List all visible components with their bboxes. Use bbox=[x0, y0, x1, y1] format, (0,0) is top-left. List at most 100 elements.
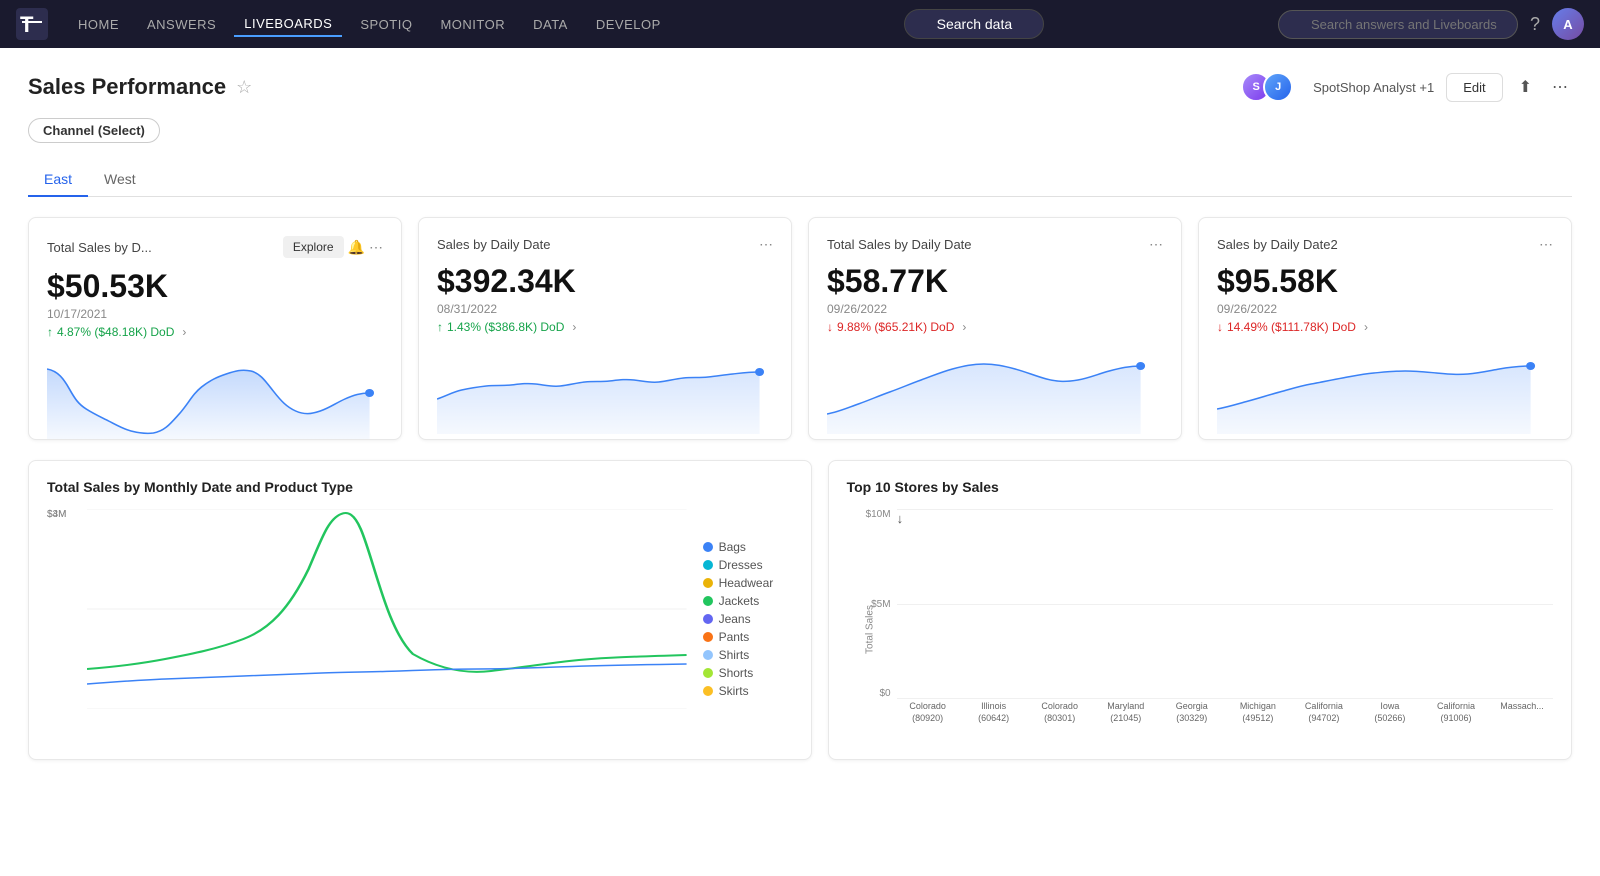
center-search-area: Search data bbox=[679, 9, 1270, 39]
y-axis-title: Total Sales bbox=[864, 605, 875, 654]
card1-header: Total Sales by D... Explore 🔔 ⋯ bbox=[47, 236, 383, 258]
card-sales-daily-date2: Sales by Daily Date2 ⋯ $95.58K 09/26/202… bbox=[1198, 217, 1572, 440]
line-chart-svg bbox=[87, 509, 687, 709]
bar-xlabel-9: Massach... bbox=[1491, 701, 1553, 739]
nav-liveboards[interactable]: LIVEBOARDS bbox=[234, 12, 342, 37]
page-title: Sales Performance bbox=[28, 74, 226, 100]
legend-dot-dresses bbox=[703, 560, 713, 570]
card4-more-icon[interactable]: ⋯ bbox=[1539, 236, 1553, 253]
card1-change-arrow: ↑ bbox=[47, 325, 53, 339]
navbar: T HOME ANSWERS LIVEBOARDS SPOTIQ MONITOR… bbox=[0, 0, 1600, 48]
card1-change-text: 4.87% ($48.18K) DoD bbox=[57, 325, 174, 339]
legend-label-shirts: Shirts bbox=[719, 648, 750, 662]
legend-label-jackets: Jackets bbox=[719, 594, 760, 608]
bar-xlabel-8: California(91006) bbox=[1425, 701, 1487, 739]
bar-xlabel-1: Illinois(60642) bbox=[963, 701, 1025, 739]
nav-right-section: 🔍 ? A bbox=[1278, 8, 1584, 40]
share-icon[interactable]: ⬆ bbox=[1515, 73, 1536, 101]
card4-value: $95.58K bbox=[1217, 263, 1553, 300]
legend-jackets: Jackets bbox=[703, 594, 793, 608]
y-label-3m: $3M bbox=[47, 509, 66, 520]
tab-east[interactable]: East bbox=[28, 163, 88, 197]
legend-label-skirts: Skirts bbox=[719, 684, 749, 698]
nav-spotiq[interactable]: SPOTIQ bbox=[350, 13, 422, 36]
card4-change-arrow: ↓ bbox=[1217, 320, 1223, 334]
card4-chart bbox=[1217, 344, 1553, 434]
bar-xlabel-5: Michigan(49512) bbox=[1227, 701, 1289, 739]
monthly-sales-title: Total Sales by Monthly Date and Product … bbox=[47, 479, 793, 495]
card1-explore-button[interactable]: Explore bbox=[283, 236, 344, 258]
card3-chevron: › bbox=[962, 320, 966, 334]
nav-answers[interactable]: ANSWERS bbox=[137, 13, 226, 36]
edit-button[interactable]: Edit bbox=[1446, 73, 1502, 102]
card2-date: 08/31/2022 bbox=[437, 302, 773, 316]
filter-bar: Channel (Select) bbox=[28, 118, 1572, 143]
bottom-row: Total Sales by Monthly Date and Product … bbox=[28, 460, 1572, 760]
tab-west[interactable]: West bbox=[88, 163, 152, 197]
card3-actions: ⋯ bbox=[1149, 236, 1163, 253]
card2-header: Sales by Daily Date ⋯ bbox=[437, 236, 773, 253]
card3-header: Total Sales by Daily Date ⋯ bbox=[827, 236, 1163, 253]
legend-dot-headwear bbox=[703, 578, 713, 588]
bar-xlabel-0: Colorado(80920) bbox=[897, 701, 959, 739]
legend-dot-pants bbox=[703, 632, 713, 642]
app-logo[interactable]: T bbox=[16, 8, 48, 40]
legend-dot-skirts bbox=[703, 686, 713, 696]
legend-dot-jeans bbox=[703, 614, 713, 624]
card1-alert-icon[interactable]: 🔔 bbox=[348, 239, 365, 256]
card2-value: $392.34K bbox=[437, 263, 773, 300]
legend-dot-jackets bbox=[703, 596, 713, 606]
bar-xlabel-6: California(94702) bbox=[1293, 701, 1355, 739]
card2-change-arrow: ↑ bbox=[437, 320, 443, 334]
page-header: Sales Performance ☆ S J SpotShop Analyst… bbox=[28, 72, 1572, 102]
card-total-sales-daily: Total Sales by Daily Date ⋯ $58.77K 09/2… bbox=[808, 217, 1182, 440]
card4-change-text: 14.49% ($111.78K) DoD bbox=[1227, 320, 1356, 334]
card-sales-daily-date: Sales by Daily Date ⋯ $392.34K 08/31/202… bbox=[418, 217, 792, 440]
legend-dot-shorts bbox=[703, 668, 713, 678]
card2-chart bbox=[437, 344, 773, 434]
title-wrap: Sales Performance ☆ bbox=[28, 74, 252, 100]
collaborator-avatar-2[interactable]: J bbox=[1263, 72, 1293, 102]
user-avatar[interactable]: A bbox=[1552, 8, 1584, 40]
legend-dot-bags bbox=[703, 542, 713, 552]
card3-value: $58.77K bbox=[827, 263, 1163, 300]
top-stores-card: Top 10 Stores by Sales $10M $5M $0 Total… bbox=[828, 460, 1572, 760]
bar-xlabel-3: Maryland(21045) bbox=[1095, 701, 1157, 739]
favorite-icon[interactable]: ☆ bbox=[236, 77, 252, 98]
card1-chart bbox=[47, 349, 383, 439]
monthly-sales-card: Total Sales by Monthly Date and Product … bbox=[28, 460, 812, 760]
filter-label: Channel bbox=[43, 123, 94, 138]
card4-date: 09/26/2022 bbox=[1217, 302, 1553, 316]
card1-chevron: › bbox=[182, 325, 186, 339]
svg-text:T: T bbox=[20, 12, 34, 37]
card3-change: ↓ 9.88% ($65.21K) DoD › bbox=[827, 320, 1163, 334]
legend-label-bags: Bags bbox=[719, 540, 746, 554]
card4-chevron: › bbox=[1364, 320, 1368, 334]
global-search-input[interactable] bbox=[1278, 10, 1518, 39]
nav-home[interactable]: HOME bbox=[68, 13, 129, 36]
more-options-icon[interactable]: ⋯ bbox=[1548, 73, 1572, 101]
top-stores-title: Top 10 Stores by Sales bbox=[847, 479, 1553, 495]
card1-value: $50.53K bbox=[47, 268, 383, 305]
card4-header: Sales by Daily Date2 ⋯ bbox=[1217, 236, 1553, 253]
main-content: Sales Performance ☆ S J SpotShop Analyst… bbox=[0, 48, 1600, 876]
card1-more-icon[interactable]: ⋯ bbox=[369, 239, 383, 256]
channel-filter-chip[interactable]: Channel (Select) bbox=[28, 118, 160, 143]
legend-label-jeans: Jeans bbox=[719, 612, 751, 626]
y-label-10m: $10M bbox=[847, 509, 891, 520]
nav-monitor[interactable]: MONITOR bbox=[430, 13, 515, 36]
search-data-button[interactable]: Search data bbox=[904, 9, 1044, 39]
collaborators-avatars: S J bbox=[1241, 72, 1293, 102]
card3-more-icon[interactable]: ⋯ bbox=[1149, 236, 1163, 253]
view-tabs: East West bbox=[28, 163, 1572, 197]
sort-icon[interactable]: ↓ bbox=[897, 511, 904, 526]
card2-more-icon[interactable]: ⋯ bbox=[759, 236, 773, 253]
filter-select: (Select) bbox=[98, 123, 145, 138]
card3-change-text: 9.88% ($65.21K) DoD bbox=[837, 320, 954, 334]
nav-data[interactable]: DATA bbox=[523, 13, 578, 36]
card3-date: 09/26/2022 bbox=[827, 302, 1163, 316]
card4-title: Sales by Daily Date2 bbox=[1217, 237, 1338, 252]
help-icon[interactable]: ? bbox=[1530, 14, 1540, 35]
nav-develop[interactable]: DEVELOP bbox=[586, 13, 671, 36]
bar-x-labels: Colorado(80920) Illinois(60642) Colorado… bbox=[897, 701, 1553, 739]
